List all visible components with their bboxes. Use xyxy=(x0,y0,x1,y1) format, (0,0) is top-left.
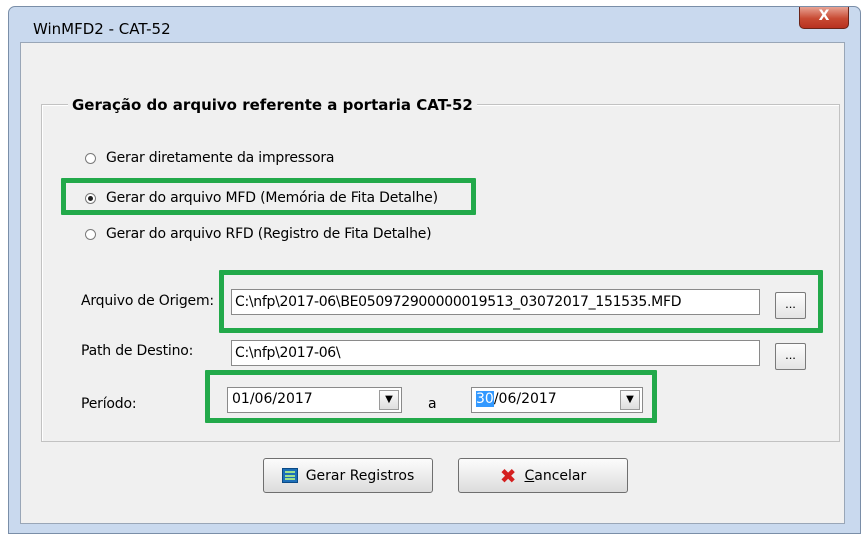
radio-impressora[interactable]: Gerar diretamente da impressora xyxy=(85,150,334,166)
group-title: Geração do arquivo referente a portaria … xyxy=(68,96,477,114)
gerar-registros-button[interactable]: Gerar Registros xyxy=(263,458,433,493)
red-x-icon: ✖ xyxy=(499,463,517,488)
periodo-label: Período: xyxy=(81,396,137,412)
radio-rfd[interactable]: Gerar do arquivo RFD (Registro de Fita D… xyxy=(85,226,432,242)
destino-browse-button[interactable]: ... xyxy=(775,343,806,370)
highlight-box-periodo xyxy=(205,370,657,423)
radio-label: Gerar diretamente da impressora xyxy=(106,150,335,166)
radio-dot xyxy=(85,152,96,164)
cancelar-mnemonic: C xyxy=(524,467,535,484)
cancelar-label: Cancelar xyxy=(524,468,586,484)
radio-dot xyxy=(85,228,96,240)
highlight-box-mfd xyxy=(61,178,476,215)
gerar-registros-label: Gerar Registros xyxy=(305,467,415,484)
destino-field[interactable]: C:\nfp\2017-06\ xyxy=(231,340,760,366)
highlight-box-origem xyxy=(219,270,823,333)
title-bar[interactable]: WinMFD2 - CAT-52 X xyxy=(9,7,860,47)
destino-label: Path de Destino: xyxy=(81,343,194,359)
cancelar-button[interactable]: ✖ Cancelar xyxy=(458,458,628,493)
list-icon xyxy=(281,468,298,483)
origem-label: Arquivo de Origem: xyxy=(81,293,214,309)
radio-label: Gerar do arquivo RFD (Registro de Fita D… xyxy=(106,226,432,242)
close-button[interactable]: X xyxy=(799,7,849,29)
window-title: WinMFD2 - CAT-52 xyxy=(33,20,171,38)
cancelar-label-rest: ancelar xyxy=(534,467,587,484)
